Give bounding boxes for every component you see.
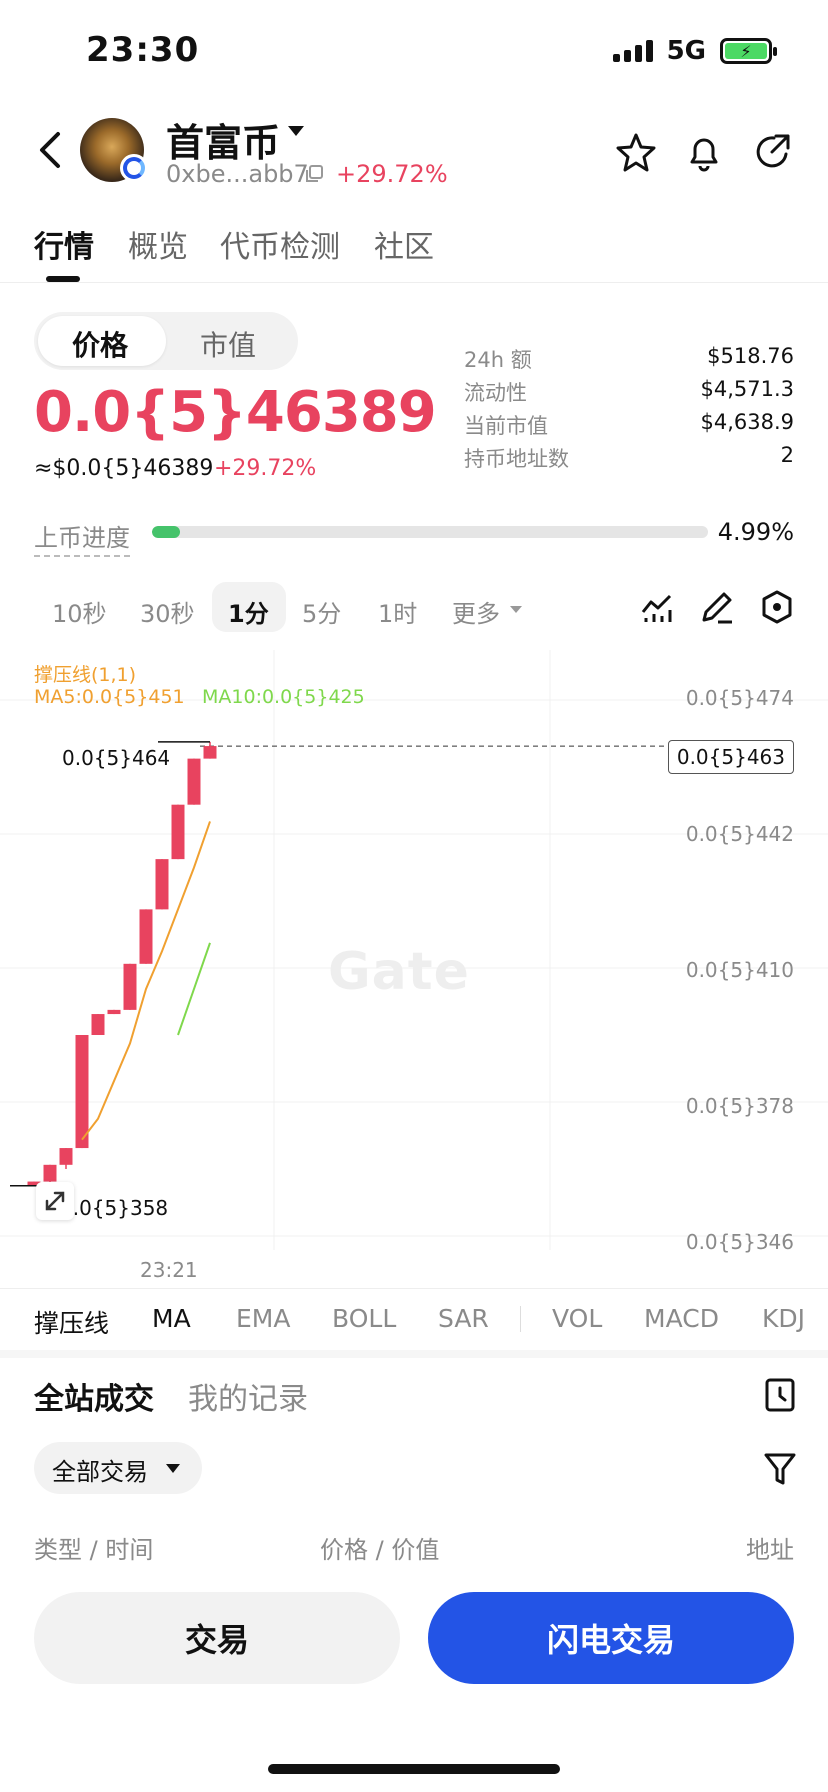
fullscreen-expand-icon[interactable]	[36, 1182, 74, 1220]
back-icon[interactable]	[30, 126, 70, 174]
chart-indicator-title: 撑压线(1,1)	[34, 664, 137, 686]
interval-more[interactable]: 更多	[452, 594, 500, 629]
network-label: 5G	[666, 36, 706, 66]
column-type-time: 类型 / 时间	[34, 1536, 154, 1564]
current-price: 0.0{5}46389	[34, 380, 437, 445]
candle	[91, 1014, 105, 1035]
interval-10s[interactable]: 10秒	[52, 594, 107, 629]
listing-progress-fill	[152, 526, 180, 538]
tab-all-trades[interactable]: 全站成交	[34, 1374, 154, 1418]
indicator-ema[interactable]: EMA	[236, 1304, 290, 1333]
stat-label-market-cap: 当前市值	[464, 414, 548, 438]
y-tick-label: 0.0{5}378	[685, 1094, 794, 1118]
star-icon[interactable]	[614, 130, 658, 174]
flash-trade-button[interactable]: 闪电交易	[428, 1592, 794, 1684]
y-tick-label: 0.0{5}410	[685, 958, 794, 982]
home-indicator	[268, 1764, 560, 1774]
status-time: 23:30	[86, 30, 200, 70]
chain-badge-icon	[120, 154, 148, 182]
copy-icon[interactable]	[304, 164, 324, 184]
toggle-market-cap[interactable]: 市值	[200, 324, 256, 364]
listing-progress-percent: 4.99%	[717, 518, 794, 546]
stat-value-holders: 2	[780, 443, 794, 467]
indicator-vol[interactable]: VOL	[552, 1304, 602, 1333]
tab-token-check[interactable]: 代币检测	[220, 222, 340, 266]
candle	[187, 758, 201, 805]
low-price-label: 0.0{5}358	[60, 1196, 169, 1220]
settings-hex-icon[interactable]	[758, 588, 796, 626]
divider	[0, 282, 828, 283]
stat-value-liquidity: $4,571.3	[700, 377, 794, 401]
price-change: +29.72%	[214, 456, 317, 481]
indicator-support-resistance[interactable]: 撑压线	[34, 1304, 109, 1340]
ma5-line	[81, 821, 211, 1141]
more-caret-icon	[510, 606, 522, 613]
interval-5m[interactable]: 5分	[302, 594, 341, 629]
candle	[203, 746, 217, 759]
coin-dropdown-icon[interactable]	[288, 126, 304, 136]
trade-button[interactable]: 交易	[34, 1592, 400, 1684]
tab-overview[interactable]: 概览	[128, 222, 188, 266]
trade-filter-label: 全部交易	[52, 1458, 148, 1486]
candle	[59, 1148, 73, 1165]
header-price-change: +29.72%	[336, 160, 448, 188]
stat-label-holders: 持币地址数	[464, 447, 569, 471]
stat-label-volume: 24h 额	[464, 348, 532, 372]
history-icon[interactable]	[762, 1376, 798, 1414]
candle	[139, 909, 153, 964]
signal-icon	[612, 40, 653, 62]
indicator-icon[interactable]	[638, 588, 676, 626]
interval-30s[interactable]: 30秒	[140, 594, 195, 629]
indicator-kdj[interactable]: KDJ	[762, 1304, 805, 1333]
interval-1m[interactable]: 1分	[228, 594, 269, 629]
divider	[0, 1288, 828, 1289]
coin-name[interactable]: 首富币	[166, 112, 280, 167]
tab-my-records[interactable]: 我的记录	[188, 1374, 308, 1418]
status-indicators: 5G ⚡	[612, 36, 777, 66]
section-divider	[0, 1350, 828, 1358]
candle	[171, 804, 185, 860]
stat-value-volume: $518.76	[707, 344, 794, 368]
bell-icon[interactable]	[682, 130, 726, 174]
indicator-separator	[520, 1306, 521, 1332]
indicator-sar[interactable]: SAR	[438, 1304, 489, 1333]
current-price-marker: 0.0{5}463	[667, 740, 794, 774]
x-tick-label: 23:21	[140, 1258, 198, 1282]
column-address: 地址	[746, 1536, 794, 1564]
candle	[155, 859, 169, 910]
ma10-line	[177, 942, 211, 1036]
candle	[123, 963, 137, 1010]
tab-community[interactable]: 社区	[374, 222, 434, 266]
high-price-label: 0.0{5}464	[62, 746, 171, 770]
candle	[75, 1035, 89, 1149]
battery-icon: ⚡	[720, 38, 777, 64]
stat-value-market-cap: $4,638.9	[700, 410, 794, 434]
candle	[107, 1009, 121, 1015]
gate-watermark: Gate	[328, 942, 470, 1002]
listing-progress-bar	[152, 526, 708, 538]
draw-pen-icon[interactable]	[698, 588, 736, 626]
funnel-filter-icon[interactable]	[762, 1450, 798, 1488]
tab-market[interactable]: 行情	[34, 222, 94, 266]
indicator-boll[interactable]: BOLL	[332, 1304, 396, 1333]
toggle-price[interactable]: 价格	[72, 324, 128, 364]
ma10-legend: MA10:0.0{5}425	[202, 686, 365, 708]
y-tick-label: 0.0{5}346	[685, 1230, 794, 1254]
interval-1h[interactable]: 1时	[378, 594, 417, 629]
indicator-macd[interactable]: MACD	[644, 1304, 719, 1333]
listing-progress-label[interactable]: 上币进度	[34, 518, 130, 557]
share-icon[interactable]	[750, 130, 794, 174]
column-price-value: 价格 / 价值	[320, 1536, 440, 1564]
y-tick-label: 0.0{5}474	[685, 686, 794, 710]
usd-price: ≈$0.0{5}46389	[34, 456, 214, 481]
indicator-ma[interactable]: MA	[152, 1304, 191, 1333]
filter-caret-icon	[166, 1464, 180, 1473]
ma5-legend: MA5:0.0{5}451	[34, 686, 185, 708]
stat-label-liquidity: 流动性	[464, 381, 527, 405]
candle	[43, 1164, 57, 1182]
y-tick-label: 0.0{5}442	[685, 822, 794, 846]
contract-address: 0xbe...abb7	[166, 160, 309, 188]
